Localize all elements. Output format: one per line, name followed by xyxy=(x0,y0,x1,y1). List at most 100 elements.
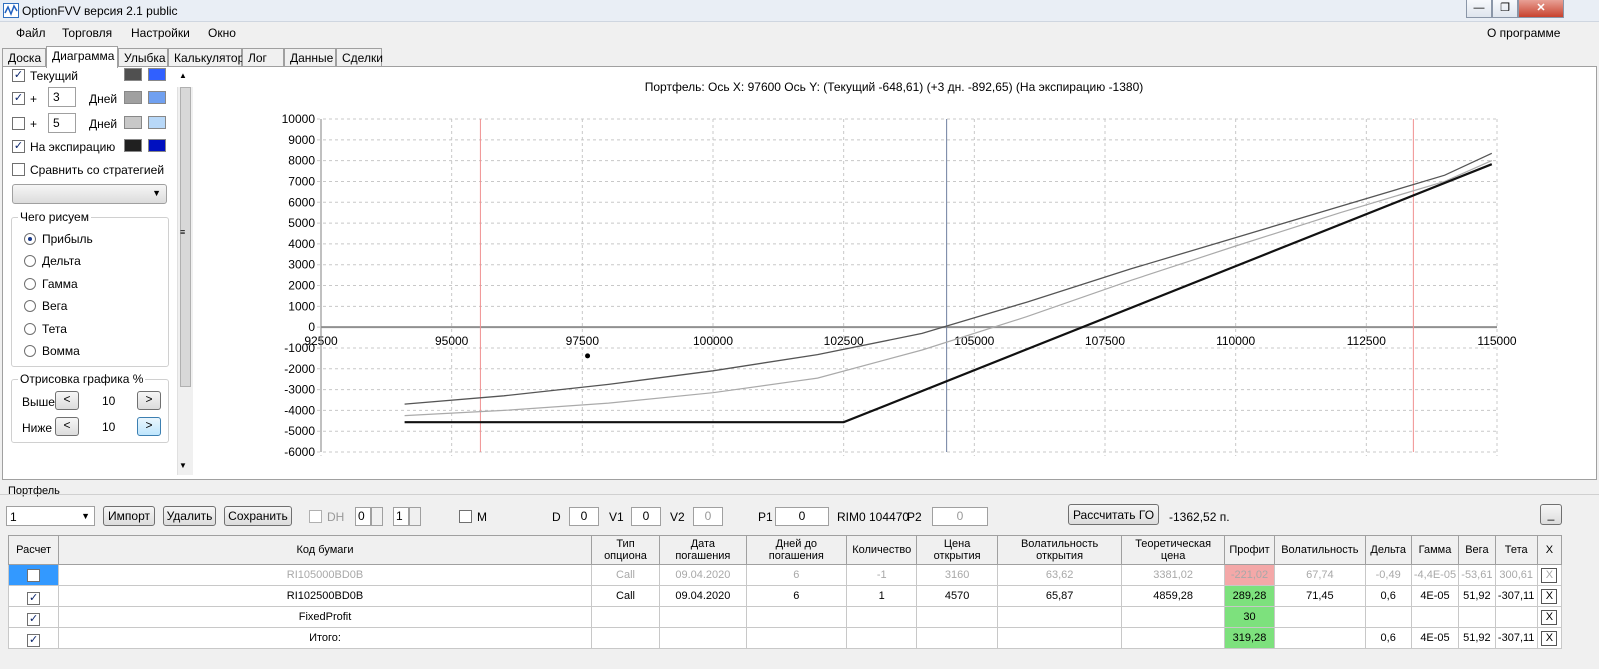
table-row[interactable]: RI105000BD0B Call 09.04.2020 6 -1 3160 63,62 33… xyxy=(7,564,1563,586)
remove-row-button[interactable]: X xyxy=(1541,567,1558,583)
current-color-b[interactable] xyxy=(148,68,166,81)
days2-input[interactable]: 5 xyxy=(48,113,76,133)
tab-calculator[interactable]: Калькулятор xyxy=(168,48,244,67)
radio-delta[interactable] xyxy=(24,255,36,267)
calc-cell[interactable]: ✓ xyxy=(7,627,60,649)
scroll-down-icon[interactable]: ▼ xyxy=(179,461,187,470)
days2-color-b[interactable] xyxy=(148,116,166,129)
column-header[interactable]: Дельта xyxy=(1364,535,1412,565)
d-value[interactable]: 0 xyxy=(569,507,599,526)
save-button[interactable]: Сохранить xyxy=(224,506,292,526)
days1-checkbox[interactable]: ✓ xyxy=(12,92,25,105)
import-button[interactable]: Импорт xyxy=(103,506,155,526)
column-header[interactable]: Теоретическая цена xyxy=(1121,535,1225,565)
radio-theta[interactable] xyxy=(24,323,36,335)
scroll-up-icon[interactable]: ▲ xyxy=(179,71,187,80)
strategy-dropdown[interactable]: ▼ xyxy=(12,184,167,204)
column-header[interactable]: Профит xyxy=(1223,535,1276,565)
column-header[interactable]: Дата погашения xyxy=(659,535,747,565)
column-header[interactable]: Код бумаги xyxy=(58,535,592,565)
remove-row-button[interactable]: X xyxy=(1541,588,1558,604)
radio-profit[interactable] xyxy=(24,233,36,245)
column-header[interactable]: X xyxy=(1536,535,1563,565)
compare-checkbox[interactable] xyxy=(12,163,25,176)
above-value[interactable]: 10 xyxy=(102,394,115,408)
column-header[interactable]: Тип опциона xyxy=(590,535,661,565)
menu-file[interactable]: Файл xyxy=(16,26,46,40)
radio-vega[interactable] xyxy=(24,300,36,312)
column-header[interactable]: Вега xyxy=(1458,535,1496,565)
p1-value[interactable]: 0 xyxy=(775,507,829,526)
above-increase-button[interactable]: > xyxy=(137,391,161,410)
calc-cell[interactable] xyxy=(7,564,60,586)
tab-data[interactable]: Данные xyxy=(284,48,336,67)
column-header[interactable]: Количество xyxy=(846,535,918,565)
expiry-checkbox[interactable]: ✓ xyxy=(12,140,25,153)
current-color-a[interactable] xyxy=(124,68,142,81)
column-header[interactable]: Тета xyxy=(1494,535,1538,565)
column-header[interactable]: Волатильность xyxy=(1274,535,1366,565)
series-line-0 xyxy=(404,152,1493,405)
dh-input-2[interactable]: 1 xyxy=(393,507,409,526)
column-header[interactable]: Гамма xyxy=(1410,535,1460,565)
m-checkbox[interactable] xyxy=(459,510,472,523)
calc-cell[interactable]: ✓ xyxy=(7,585,60,607)
days1-color-a[interactable] xyxy=(124,91,142,104)
radio-gamma[interactable] xyxy=(24,278,36,290)
column-header[interactable]: Цена открытия xyxy=(916,535,998,565)
restore-window-button[interactable]: ❐ xyxy=(1492,0,1518,18)
remove-row-button[interactable]: X xyxy=(1541,609,1558,625)
current-checkbox[interactable]: ✓ xyxy=(12,69,25,82)
table-cell: Call xyxy=(590,564,661,586)
p2-value[interactable]: 0 xyxy=(932,507,988,526)
scrollbar-thumb[interactable] xyxy=(180,87,191,387)
table-row[interactable]: ✓ FixedProfit 30 X xyxy=(7,606,1563,628)
tab-log[interactable]: Лог xyxy=(242,48,284,67)
close-window-button[interactable]: ✕ xyxy=(1518,0,1564,18)
days1-input[interactable]: 3 xyxy=(48,87,76,107)
dh-spinner-1[interactable] xyxy=(371,507,383,526)
expiry-color-a[interactable] xyxy=(124,139,142,152)
table-row[interactable]: ✓ Итого: 319,28 0,6 4E-05 51,92 -307,11 X xyxy=(7,627,1563,649)
v1-value[interactable]: 0 xyxy=(631,507,661,526)
tab-board[interactable]: Доска xyxy=(2,48,46,67)
left-panel-scrollbar[interactable]: ≡ xyxy=(177,87,193,475)
row-calc-checkbox[interactable]: ✓ xyxy=(27,633,41,647)
table-row[interactable]: ✓ RI102500BD0B Call 09.04.2020 6 1 4570 65,87 48… xyxy=(7,585,1563,607)
tab-smile[interactable]: Улыбка xyxy=(118,48,168,67)
days2-color-a[interactable] xyxy=(124,116,142,129)
calc-go-button[interactable]: Рассчитать ГО xyxy=(1068,504,1159,525)
minimize-panel-button[interactable]: _ xyxy=(1540,504,1562,525)
column-header[interactable]: Волатильность открытия xyxy=(996,535,1123,565)
menu-settings[interactable]: Настройки xyxy=(131,26,190,40)
above-decrease-button[interactable]: < xyxy=(55,391,79,410)
below-value[interactable]: 10 xyxy=(102,420,115,434)
row-calc-checkbox[interactable] xyxy=(27,569,41,582)
below-increase-button[interactable]: > xyxy=(137,417,161,436)
v2-value[interactable]: 0 xyxy=(693,507,723,526)
calc-cell[interactable]: ✓ xyxy=(7,606,60,628)
days2-checkbox[interactable] xyxy=(12,117,25,130)
portfolio-select[interactable]: 1 ▼ xyxy=(6,506,95,526)
minimize-window-button[interactable]: — xyxy=(1466,0,1492,18)
tab-deals[interactable]: Сделки xyxy=(336,48,383,67)
table-cell: -1 xyxy=(846,564,918,586)
column-header[interactable]: Расчет xyxy=(7,535,60,565)
remove-row-button[interactable]: X xyxy=(1541,630,1558,646)
dh-input-1[interactable]: 0 xyxy=(355,507,371,526)
delete-button[interactable]: Удалить xyxy=(163,506,216,526)
expiry-color-b[interactable] xyxy=(148,139,166,152)
row-calc-checkbox[interactable]: ✓ xyxy=(27,591,41,605)
days1-color-b[interactable] xyxy=(148,91,166,104)
dh-spinner-2[interactable] xyxy=(409,507,421,526)
menu-window[interactable]: Окно xyxy=(208,26,236,40)
dh-checkbox[interactable] xyxy=(309,510,322,523)
menu-trading[interactable]: Торговля xyxy=(62,26,112,40)
pl-chart[interactable]: 1000090008000700060005000400030002000100… xyxy=(199,97,1591,475)
row-calc-checkbox[interactable]: ✓ xyxy=(27,612,41,626)
below-decrease-button[interactable]: < xyxy=(55,417,79,436)
menu-about[interactable]: О программе xyxy=(1487,26,1560,40)
radio-vomma[interactable] xyxy=(24,345,36,357)
column-header[interactable]: Дней до погашения xyxy=(745,535,848,565)
tab-diagram[interactable]: Диаграмма xyxy=(46,46,118,68)
